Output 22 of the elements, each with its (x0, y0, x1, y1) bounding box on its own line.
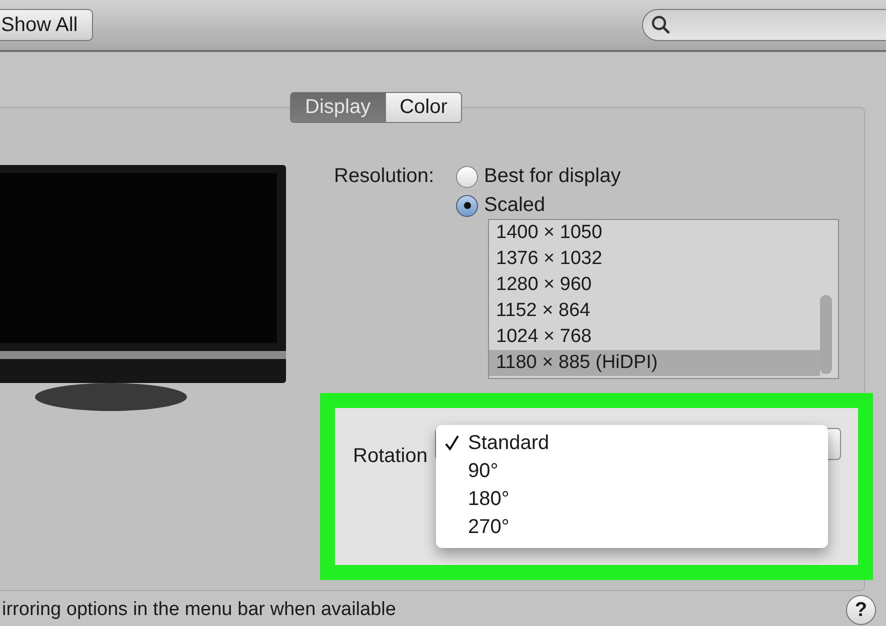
radio-option[interactable]: Best for display (456, 165, 621, 188)
menu-item[interactable]: 90° (436, 457, 828, 485)
resolution-label: Resolution: (334, 165, 436, 189)
help-button[interactable]: ? (846, 595, 876, 625)
search-field[interactable] (642, 9, 886, 41)
rotation-label: Rotation (353, 445, 428, 468)
resolution-item[interactable]: 1376 × 1032 (489, 246, 820, 272)
radio-option[interactable]: Scaled (456, 194, 621, 217)
menu-item[interactable]: 270° (436, 513, 828, 541)
tab[interactable]: Color (386, 92, 462, 123)
show-all-button[interactable]: Show All (0, 9, 93, 41)
resolution-item[interactable]: 1280 × 960 (489, 272, 820, 298)
tab[interactable]: Display (290, 92, 386, 123)
menu-item[interactable]: 180° (436, 485, 828, 513)
scrollbar-thumb[interactable] (820, 295, 832, 374)
resolution-item[interactable]: 1152 × 864 (489, 298, 820, 324)
mirroring-option-text: irroring options in the menu bar when available (2, 598, 396, 622)
resolution-item[interactable]: 1400 × 1050 (489, 220, 820, 246)
search-icon (651, 15, 671, 35)
resolution-item[interactable]: 1024 × 768 (489, 324, 820, 350)
menu-item[interactable]: Standard (436, 429, 828, 457)
resolution-item[interactable]: 1180 × 885 (HiDPI) (489, 350, 820, 376)
